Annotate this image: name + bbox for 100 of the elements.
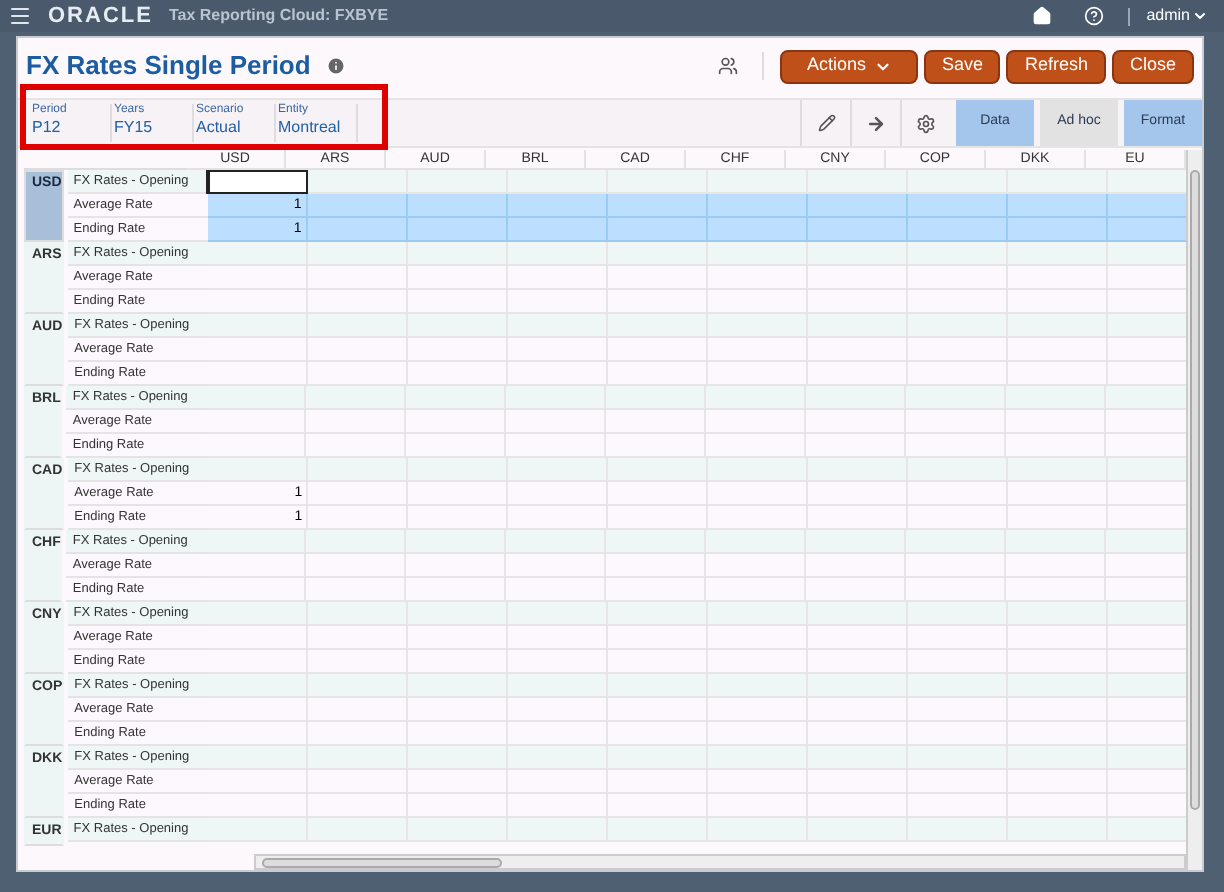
data-cell[interactable] <box>608 698 709 722</box>
data-cell[interactable] <box>708 722 809 746</box>
data-cell[interactable] <box>508 362 609 386</box>
data-cell[interactable] <box>406 410 507 434</box>
data-cell[interactable] <box>607 626 708 650</box>
data-cell[interactable] <box>508 338 609 362</box>
data-cell[interactable] <box>708 770 809 794</box>
data-cell[interactable] <box>907 626 1008 650</box>
data-cell[interactable] <box>706 434 807 458</box>
data-cell[interactable] <box>1107 818 1186 842</box>
data-cell[interactable] <box>808 674 909 698</box>
data-cell[interactable] <box>707 818 808 842</box>
data-cell[interactable] <box>706 530 807 554</box>
data-cell[interactable] <box>506 434 607 458</box>
user-menu[interactable]: admin <box>1146 4 1208 28</box>
data-cell[interactable] <box>208 674 309 698</box>
data-cell[interactable] <box>806 386 907 410</box>
data-cell[interactable] <box>807 602 908 626</box>
data-cell[interactable] <box>508 770 609 794</box>
data-cell[interactable] <box>707 650 808 674</box>
data-cell[interactable] <box>308 482 409 506</box>
data-cell[interactable] <box>507 602 608 626</box>
data-cell[interactable] <box>406 386 507 410</box>
data-cell[interactable] <box>807 194 908 218</box>
data-cell[interactable] <box>407 194 508 218</box>
data-cell[interactable] <box>608 746 709 770</box>
data-cell[interactable] <box>1108 746 1186 770</box>
data-cell[interactable] <box>507 650 608 674</box>
data-cell[interactable] <box>1106 386 1186 410</box>
data-cell[interactable] <box>808 722 909 746</box>
data-cell[interactable] <box>207 818 308 842</box>
data-cell[interactable] <box>807 170 908 194</box>
data-cell[interactable] <box>707 626 808 650</box>
data-cell[interactable] <box>507 242 608 266</box>
data-cell[interactable] <box>906 578 1007 602</box>
data-cell[interactable] <box>408 314 509 338</box>
data-cell[interactable] <box>907 266 1008 290</box>
data-cell[interactable] <box>308 722 409 746</box>
data-cell[interactable] <box>407 290 508 314</box>
data-cell[interactable] <box>606 578 707 602</box>
data-cell[interactable] <box>907 194 1008 218</box>
data-cell[interactable] <box>708 482 809 506</box>
data-cell[interactable] <box>1007 626 1108 650</box>
data-cell[interactable] <box>1108 674 1186 698</box>
data-cell[interactable] <box>507 266 608 290</box>
data-cell[interactable] <box>907 218 1008 242</box>
data-cell[interactable] <box>808 794 909 818</box>
data-cell[interactable] <box>807 626 908 650</box>
data-cell[interactable] <box>408 506 509 530</box>
data-cell[interactable] <box>1007 818 1108 842</box>
data-cell[interactable] <box>408 338 509 362</box>
data-cell[interactable] <box>306 386 407 410</box>
data-cell[interactable] <box>1006 434 1107 458</box>
data-cell[interactable] <box>208 314 309 338</box>
data-cell[interactable] <box>1007 194 1108 218</box>
data-cell[interactable] <box>707 218 808 242</box>
data-cell[interactable] <box>407 266 508 290</box>
data-cell[interactable] <box>1008 362 1109 386</box>
data-cell[interactable] <box>607 170 708 194</box>
data-cell[interactable] <box>406 434 507 458</box>
data-cell[interactable] <box>808 506 909 530</box>
data-cell[interactable] <box>1008 506 1109 530</box>
data-cell[interactable] <box>606 410 707 434</box>
data-cell[interactable] <box>206 530 307 554</box>
data-cell[interactable] <box>806 530 907 554</box>
data-cell[interactable] <box>307 650 408 674</box>
data-cell[interactable] <box>908 314 1009 338</box>
data-cell[interactable] <box>506 554 607 578</box>
data-cell[interactable] <box>1008 482 1109 506</box>
data-cell[interactable] <box>507 818 608 842</box>
data-cell[interactable] <box>908 698 1009 722</box>
data-cell[interactable] <box>308 458 409 482</box>
data-cell[interactable] <box>408 698 509 722</box>
data-cell[interactable] <box>1008 698 1109 722</box>
data-cell[interactable] <box>907 242 1008 266</box>
data-cell[interactable] <box>606 434 707 458</box>
data-cell[interactable] <box>208 362 309 386</box>
data-cell[interactable] <box>808 746 909 770</box>
data-cell[interactable] <box>408 458 509 482</box>
data-cell[interactable] <box>608 770 709 794</box>
data-cell[interactable] <box>507 626 608 650</box>
data-cell[interactable] <box>1008 770 1109 794</box>
data-cell[interactable] <box>1107 602 1186 626</box>
data-cell[interactable] <box>908 746 1009 770</box>
data-cell[interactable] <box>206 410 307 434</box>
data-cell[interactable] <box>307 242 408 266</box>
data-cell[interactable] <box>308 770 409 794</box>
data-cell[interactable] <box>706 578 807 602</box>
data-cell[interactable] <box>1107 242 1186 266</box>
data-cell[interactable] <box>607 290 708 314</box>
data-cell[interactable] <box>508 698 609 722</box>
data-cell[interactable] <box>506 530 607 554</box>
data-cell[interactable] <box>307 290 408 314</box>
data-cell[interactable] <box>207 626 308 650</box>
data-cell[interactable] <box>1007 290 1108 314</box>
data-cell[interactable] <box>1006 386 1107 410</box>
data-cell[interactable] <box>1007 218 1108 242</box>
data-cell[interactable] <box>806 578 907 602</box>
data-cell[interactable] <box>708 314 809 338</box>
data-cell[interactable] <box>206 578 307 602</box>
